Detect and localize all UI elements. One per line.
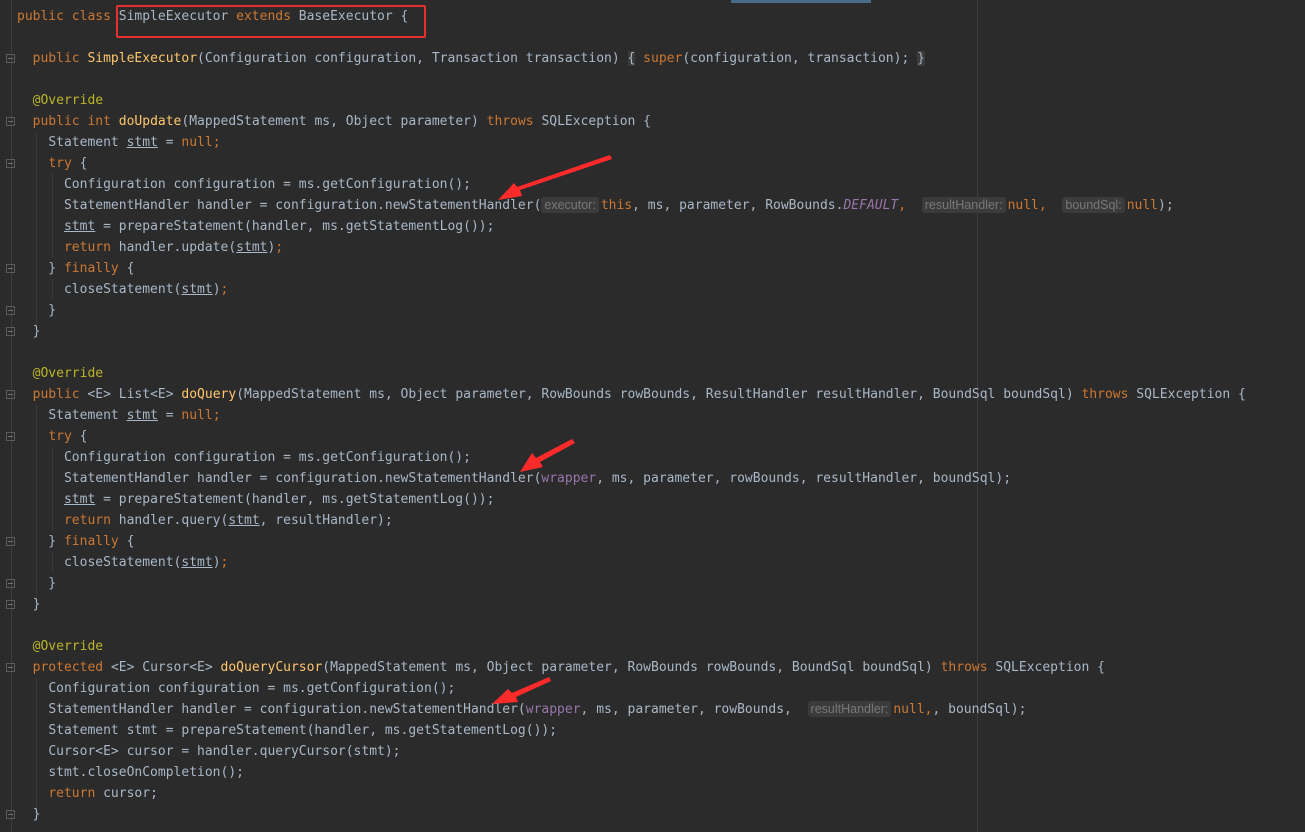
annotation-arrows — [492, 155, 612, 704]
arrow-icon — [498, 155, 612, 200]
arrow-icon — [492, 677, 551, 704]
arrow-icon — [520, 439, 575, 472]
